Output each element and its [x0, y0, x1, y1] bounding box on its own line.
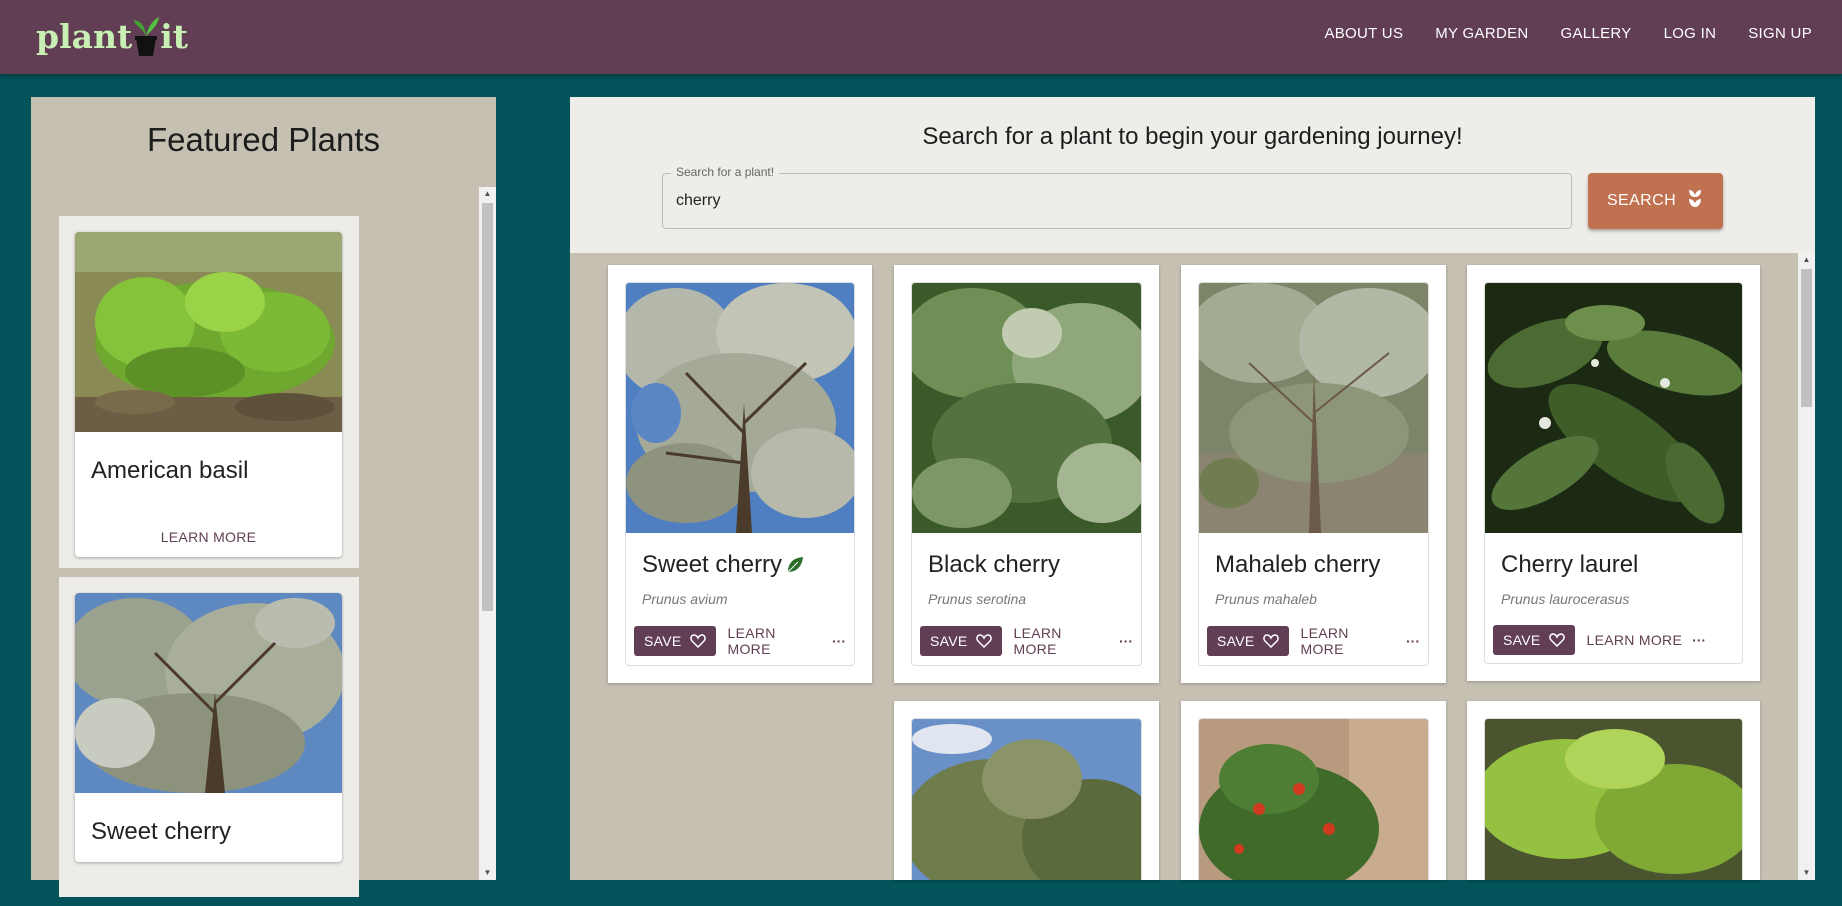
plantit-logo[interactable]: plant it — [36, 12, 188, 60]
plant-pot-icon — [133, 16, 160, 56]
plant-card — [1198, 718, 1429, 880]
heart-icon — [975, 634, 992, 648]
scientific-name: Prunus laurocerasus — [1501, 591, 1630, 607]
nav-my-garden[interactable]: MY GARDEN — [1435, 25, 1528, 42]
card-actions: SAVE LEARN MORE ··· — [1485, 607, 1742, 663]
search-results-panel: Search for a plant to begin your gardeni… — [570, 97, 1815, 880]
featured-item-american-basil: American basil LEARN MORE — [59, 216, 359, 568]
scroll-up-arrow[interactable]: ▲ — [1798, 253, 1815, 267]
plant-photo — [1199, 719, 1428, 880]
plant-name: Sweet cherry — [626, 533, 854, 579]
main-nav: ABOUT US MY GARDEN GALLERY LOG IN SIGN U… — [1324, 0, 1812, 66]
featured-plants-panel: Featured Plants American basil LEARN MOR… — [31, 97, 496, 897]
nav-sign-up[interactable]: SIGN UP — [1748, 25, 1812, 42]
plant-card — [1484, 718, 1743, 880]
search-button[interactable]: SEARCH — [1588, 173, 1723, 229]
plant-name: Black cherry — [928, 551, 1061, 578]
plant-card: Sweet cherry Prunus avium SAVE LEARN MOR… — [625, 282, 855, 666]
result-card-sweet-cherry: Sweet cherry Prunus avium SAVE LEARN MOR… — [608, 265, 872, 683]
scroll-down-arrow[interactable]: ▼ — [1798, 866, 1815, 880]
save-button[interactable]: SAVE — [1493, 625, 1575, 655]
featured-plant-name: Sweet cherry — [91, 818, 232, 845]
plant-name: Cherry laurel — [1501, 551, 1639, 578]
search-input[interactable] — [676, 174, 1556, 228]
results-scrollbar[interactable]: ▲ ▼ — [1798, 253, 1815, 880]
nav-gallery[interactable]: GALLERY — [1561, 25, 1632, 42]
more-options-icon[interactable]: ··· — [832, 633, 846, 649]
search-section: Search for a plant to begin your gardeni… — [570, 97, 1815, 253]
logo-text-plant: plant — [36, 16, 133, 56]
card-actions: SAVE LEARN MORE ··· — [1199, 607, 1428, 665]
learn-more-link[interactable]: LEARN MORE — [728, 625, 822, 657]
result-card-cherry-laurel: Cherry laurel Prunus laurocerasus SAVE L… — [1467, 265, 1760, 681]
save-button[interactable]: SAVE — [1207, 626, 1289, 656]
scroll-thumb[interactable] — [482, 203, 493, 611]
plant-name: Mahaleb cherry — [1215, 551, 1381, 578]
plant-name-text: Sweet cherry — [642, 551, 783, 578]
result-card-row2-2 — [1181, 701, 1446, 880]
more-options-icon[interactable]: ··· — [1119, 633, 1133, 649]
save-button[interactable]: SAVE — [634, 626, 716, 656]
plant-photo — [1485, 719, 1742, 880]
search-heading: Search for a plant to begin your gardeni… — [922, 123, 1463, 150]
learn-more-link[interactable]: LEARN MORE — [1014, 625, 1109, 657]
heart-icon — [689, 634, 706, 648]
result-card-black-cherry: Black cherry Prunus serotina SAVE LEARN … — [894, 265, 1159, 683]
plant-card — [911, 718, 1142, 880]
featured-card: Sweet cherry — [75, 593, 342, 862]
scroll-thumb[interactable] — [1801, 269, 1812, 407]
nav-log-in[interactable]: LOG IN — [1664, 25, 1717, 42]
result-card-row2-3 — [1467, 701, 1760, 880]
learn-more-link[interactable]: LEARN MORE — [75, 501, 342, 557]
scroll-down-arrow[interactable]: ▼ — [479, 866, 496, 880]
save-label: SAVE — [1217, 633, 1255, 649]
featured-title: Featured Plants — [147, 121, 380, 158]
featured-scrollbar[interactable]: ▲ ▼ — [479, 187, 496, 880]
sweet-cherry-image — [75, 593, 342, 793]
result-card-row2-1 — [894, 701, 1159, 880]
plant-card: Cherry laurel Prunus laurocerasus SAVE L… — [1484, 282, 1743, 664]
logo-text-it: it — [160, 16, 189, 56]
heart-icon — [1262, 634, 1279, 648]
learn-more-link[interactable]: LEARN MORE — [1301, 625, 1396, 657]
save-button[interactable]: SAVE — [920, 626, 1002, 656]
nav-about-us[interactable]: ABOUT US — [1324, 25, 1403, 42]
save-label: SAVE — [930, 633, 968, 649]
heart-icon — [1548, 633, 1565, 647]
featured-item-sweet-cherry: Sweet cherry — [59, 577, 359, 897]
plant-photo — [912, 719, 1141, 880]
card-actions: SAVE LEARN MORE ··· — [626, 607, 854, 665]
search-button-label: SEARCH — [1606, 192, 1677, 209]
more-options-icon[interactable]: ··· — [1692, 632, 1706, 648]
american-basil-image — [75, 232, 342, 432]
save-label: SAVE — [644, 633, 682, 649]
mahaleb-cherry-photo — [1199, 283, 1428, 533]
leaf-icon — [787, 557, 804, 573]
sprout-icon — [1686, 189, 1704, 214]
scientific-name: Prunus mahaleb — [1215, 591, 1317, 607]
top-navbar: plant it ABOUT US MY GARDEN GALLERY LOG … — [0, 0, 1842, 74]
result-card-mahaleb-cherry: Mahaleb cherry Prunus mahaleb SAVE LEARN… — [1181, 265, 1446, 683]
sweet-cherry-photo — [626, 283, 854, 533]
black-cherry-photo — [912, 283, 1141, 533]
plant-card: Mahaleb cherry Prunus mahaleb SAVE LEARN… — [1198, 282, 1429, 666]
save-label: SAVE — [1503, 632, 1541, 648]
search-field[interactable]: Search for a plant! — [662, 165, 1572, 229]
scientific-name: Prunus avium — [642, 591, 728, 607]
scientific-name: Prunus serotina — [928, 591, 1027, 607]
plant-card: Black cherry Prunus serotina SAVE LEARN … — [911, 282, 1142, 666]
card-actions: SAVE LEARN MORE ··· — [912, 607, 1141, 665]
featured-plant-name: American basil — [91, 457, 249, 484]
more-options-icon[interactable]: ··· — [1406, 633, 1420, 649]
scroll-up-arrow[interactable]: ▲ — [479, 187, 496, 201]
learn-more-link[interactable]: LEARN MORE — [1587, 632, 1683, 648]
featured-card: American basil LEARN MORE — [75, 232, 342, 557]
cherry-laurel-photo — [1485, 283, 1742, 533]
